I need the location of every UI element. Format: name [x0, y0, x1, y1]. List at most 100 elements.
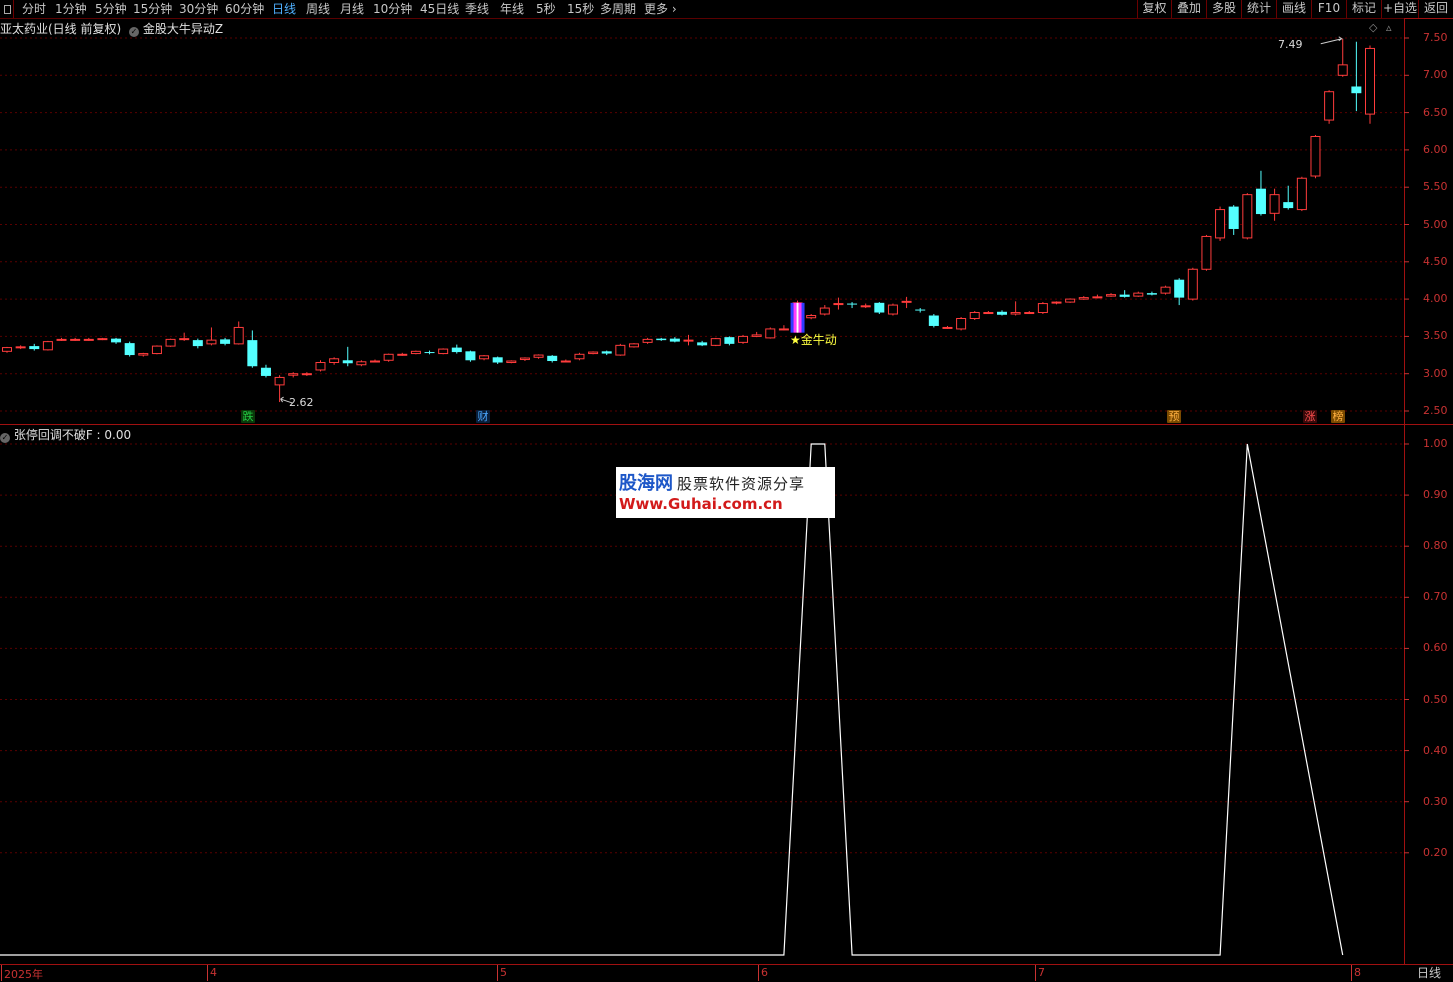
main-y-label: 6.00: [1423, 142, 1448, 156]
candle-body: [479, 355, 490, 360]
candle: [1365, 45, 1375, 124]
candle: [315, 360, 326, 372]
candle-body: [819, 307, 830, 315]
candle: [765, 327, 776, 339]
candle-body: [1187, 268, 1198, 300]
main-y-label: 7.50: [1423, 31, 1448, 44]
candle-body: [738, 335, 749, 343]
candle: [1174, 278, 1185, 306]
sub-y-label: 0.90: [1423, 488, 1448, 502]
candle-body: [1092, 296, 1103, 299]
main-y-label: 6.50: [1423, 105, 1448, 119]
candle: [519, 357, 530, 362]
candle-body: [465, 351, 476, 361]
candle: [301, 372, 312, 376]
sub-y-label: 0.50: [1423, 692, 1448, 706]
candle-body: [615, 344, 626, 356]
candle-body: [1255, 188, 1266, 215]
candle: [506, 360, 517, 364]
candle: [669, 337, 680, 343]
candle-body: [1228, 206, 1239, 229]
candle-body: [983, 312, 994, 315]
candle: [710, 337, 721, 347]
candle: [1119, 290, 1130, 298]
candle-body: [656, 338, 667, 341]
candle-body: [1146, 293, 1157, 295]
candle: [738, 334, 749, 344]
current-period-indicator[interactable]: 日线: [1405, 965, 1453, 981]
candle: [288, 372, 299, 378]
candle: [1296, 176, 1307, 212]
main-y-label: 3.00: [1423, 366, 1448, 380]
candle-body: [1296, 177, 1307, 211]
candle-body: [642, 338, 653, 343]
sub-y-label: 0.70: [1423, 590, 1448, 604]
signal-bar-blue: [801, 302, 805, 333]
candle: [778, 325, 789, 331]
candle-body: [1324, 91, 1335, 121]
candle-body: [1215, 209, 1226, 239]
candle-body: [506, 360, 517, 364]
event-tag-1[interactable]: 财: [476, 410, 490, 423]
candle-body: [220, 339, 231, 344]
candle-body: [138, 353, 149, 356]
sub-y-label: 0.80: [1423, 539, 1448, 553]
event-tag-4[interactable]: 榜: [1331, 410, 1345, 423]
candle: [1201, 234, 1212, 271]
candle: [915, 308, 926, 313]
candle-body: [1365, 47, 1375, 115]
signal-bar-magenta: [798, 302, 802, 333]
candle: [492, 356, 503, 365]
candle-body: [915, 309, 926, 311]
candle: [1242, 193, 1253, 240]
candle: [983, 311, 994, 315]
candle-body: [1337, 64, 1348, 76]
candle: [1187, 267, 1198, 301]
x-label: 5: [500, 966, 507, 979]
candle: [601, 350, 612, 356]
candle-body: [1351, 86, 1362, 94]
candle: [874, 302, 885, 315]
candle: [928, 314, 939, 328]
candle-body: [165, 338, 176, 347]
watermark: 股海网 股票软件资源分享 Www.Guhai.com.cn: [616, 467, 835, 518]
candle-body: [451, 347, 462, 353]
candle-body: [15, 346, 26, 349]
candle: [1269, 188, 1280, 221]
candle-body: [370, 360, 381, 363]
candle: [642, 337, 653, 344]
candlestick-series: [2, 38, 1375, 403]
candle-body: [438, 348, 449, 355]
candle: [438, 348, 449, 355]
grid-lines: [0, 37, 1404, 854]
candle: [192, 338, 203, 349]
candle-body: [547, 355, 558, 362]
candle-body: [806, 315, 817, 319]
candle: [1351, 41, 1362, 112]
candle: [1024, 311, 1035, 315]
candle-body: [1106, 294, 1117, 297]
candle-body: [274, 376, 285, 386]
candle-body: [1065, 298, 1076, 303]
sub-y-label: 0.20: [1423, 845, 1448, 859]
candle-body: [70, 338, 81, 341]
event-tag-2[interactable]: 预: [1167, 410, 1181, 423]
candle: [138, 352, 149, 357]
candle-body: [192, 340, 203, 347]
candle-body: [710, 338, 721, 346]
candle: [724, 336, 735, 346]
event-tag-0[interactable]: 跌: [241, 410, 255, 423]
candle: [1078, 296, 1089, 300]
candle-body: [969, 312, 980, 319]
candle: [697, 340, 708, 347]
candle-body: [588, 351, 599, 355]
candle-body: [315, 362, 326, 371]
candle-body: [833, 303, 844, 306]
candle-body: [233, 326, 244, 345]
event-tag-3[interactable]: 涨: [1303, 410, 1317, 423]
candle: [887, 303, 898, 316]
sub-y-label: 0.40: [1423, 743, 1448, 757]
candle: [547, 355, 558, 363]
candle-body: [356, 361, 367, 366]
candle-body: [574, 353, 585, 360]
